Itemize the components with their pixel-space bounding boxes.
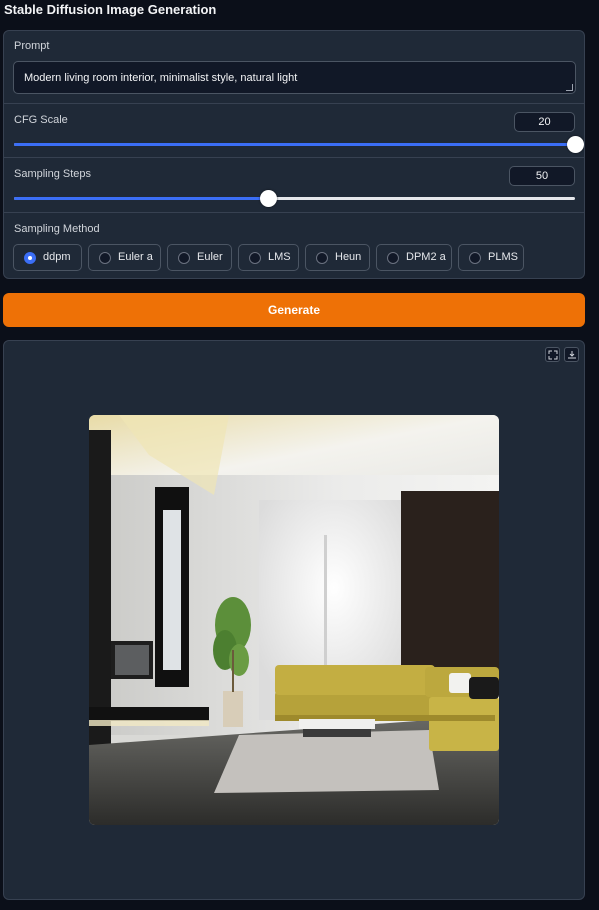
- sampling-method-section: Sampling Method ddpm Euler a Euler LMS H…: [4, 213, 584, 278]
- generate-button[interactable]: Generate: [3, 293, 585, 327]
- controls-panel: Prompt Modern living room interior, mini…: [3, 30, 585, 279]
- radio-option-euler[interactable]: Euler: [167, 244, 232, 271]
- radio-option-label: DPM2 a: [406, 251, 446, 263]
- fullscreen-button[interactable]: [545, 347, 560, 362]
- living-room-image: [89, 415, 499, 825]
- radio-selected-icon: [24, 252, 36, 264]
- download-button[interactable]: [564, 347, 579, 362]
- radio-option-label: PLMS: [488, 251, 518, 263]
- radio-unselected-icon: [99, 252, 111, 264]
- cfg-scale-label: CFG Scale: [14, 114, 68, 126]
- radio-option-dpm2-a[interactable]: DPM2 a: [376, 244, 452, 271]
- radio-unselected-icon: [178, 252, 190, 264]
- radio-option-euler-a[interactable]: Euler a: [88, 244, 161, 271]
- radio-option-ddpm[interactable]: ddpm: [13, 244, 82, 271]
- output-panel: [3, 340, 585, 900]
- radio-option-heun[interactable]: Heun: [305, 244, 370, 271]
- radio-option-plms[interactable]: PLMS: [458, 244, 524, 271]
- radio-option-label: Euler a: [118, 251, 153, 263]
- cfg-scale-number-input[interactable]: 20: [514, 112, 575, 132]
- radio-option-label: LMS: [268, 251, 291, 263]
- sampling-steps-number-input[interactable]: 50: [509, 166, 575, 186]
- radio-option-lms[interactable]: LMS: [238, 244, 299, 271]
- generated-image: [89, 415, 499, 825]
- prompt-text: Modern living room interior, minimalist …: [24, 72, 298, 84]
- sampling-steps-section: Sampling Steps 50: [4, 158, 584, 213]
- cfg-scale-slider[interactable]: [14, 136, 584, 153]
- radio-option-label: ddpm: [43, 251, 71, 263]
- sampling-method-label: Sampling Method: [14, 223, 100, 235]
- sampling-steps-slider[interactable]: [14, 190, 575, 207]
- sampling-steps-label: Sampling Steps: [14, 168, 92, 180]
- radio-option-label: Heun: [335, 251, 362, 263]
- cfg-scale-section: CFG Scale 20: [4, 104, 584, 158]
- cfg-scale-slider-fill: [14, 143, 575, 146]
- prompt-section: Prompt Modern living room interior, mini…: [4, 31, 584, 104]
- sampling-steps-slider-fill: [14, 197, 268, 200]
- download-icon: [568, 351, 576, 359]
- app-title: Stable Diffusion Image Generation: [4, 2, 217, 17]
- cfg-scale-slider-thumb[interactable]: [567, 136, 584, 153]
- radio-unselected-icon: [387, 252, 399, 264]
- prompt-textarea[interactable]: Modern living room interior, minimalist …: [13, 61, 576, 94]
- radio-unselected-icon: [316, 252, 328, 264]
- prompt-label: Prompt: [14, 40, 50, 52]
- radio-unselected-icon: [249, 252, 261, 264]
- sampling-steps-slider-thumb[interactable]: [260, 190, 277, 207]
- radio-option-label: Euler: [197, 251, 223, 263]
- fullscreen-icon: [548, 350, 558, 360]
- radio-unselected-icon: [469, 252, 481, 264]
- resize-grip-icon[interactable]: [566, 84, 573, 91]
